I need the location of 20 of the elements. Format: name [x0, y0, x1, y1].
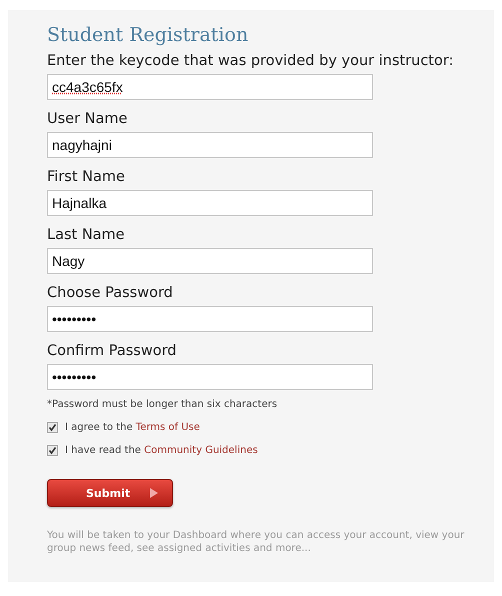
- field-label: User Name: [47, 110, 128, 129]
- agreement-link[interactable]: Community Guidelines: [144, 445, 258, 456]
- field-label: Enter the keycode that was provided by your instructor:: [47, 52, 454, 71]
- field-label: Choose Password: [47, 284, 174, 303]
- input-field[interactable]: •••••••••: [47, 364, 373, 390]
- field-label: First Name: [47, 168, 126, 187]
- footer-note: You will be taken to your Dashboard where you can access your account, view your group news feed, see assigned activities and more...: [47, 529, 466, 555]
- form-title: Student Registration: [47, 24, 250, 46]
- submit-button[interactable]: Submit: [47, 479, 173, 507]
- agreement-text: I agree to the Terms of Use: [65, 422, 200, 433]
- input-field[interactable]: •••••••••: [47, 306, 373, 332]
- agreement-link[interactable]: Terms of Use: [136, 422, 200, 433]
- input-field[interactable]: Nagy: [47, 248, 373, 274]
- password-hint: *Password must be longer than six characters: [47, 399, 278, 410]
- field-label: Last Name: [47, 226, 126, 245]
- agreement-text: I have read the Community Guidelines: [65, 445, 258, 456]
- input-field[interactable]: nagyhajni: [47, 132, 373, 158]
- field-label: Confirm Password: [47, 342, 178, 361]
- input-field[interactable]: cc4a3c65fx: [47, 74, 373, 100]
- input-field[interactable]: Hajnalka: [47, 190, 373, 216]
